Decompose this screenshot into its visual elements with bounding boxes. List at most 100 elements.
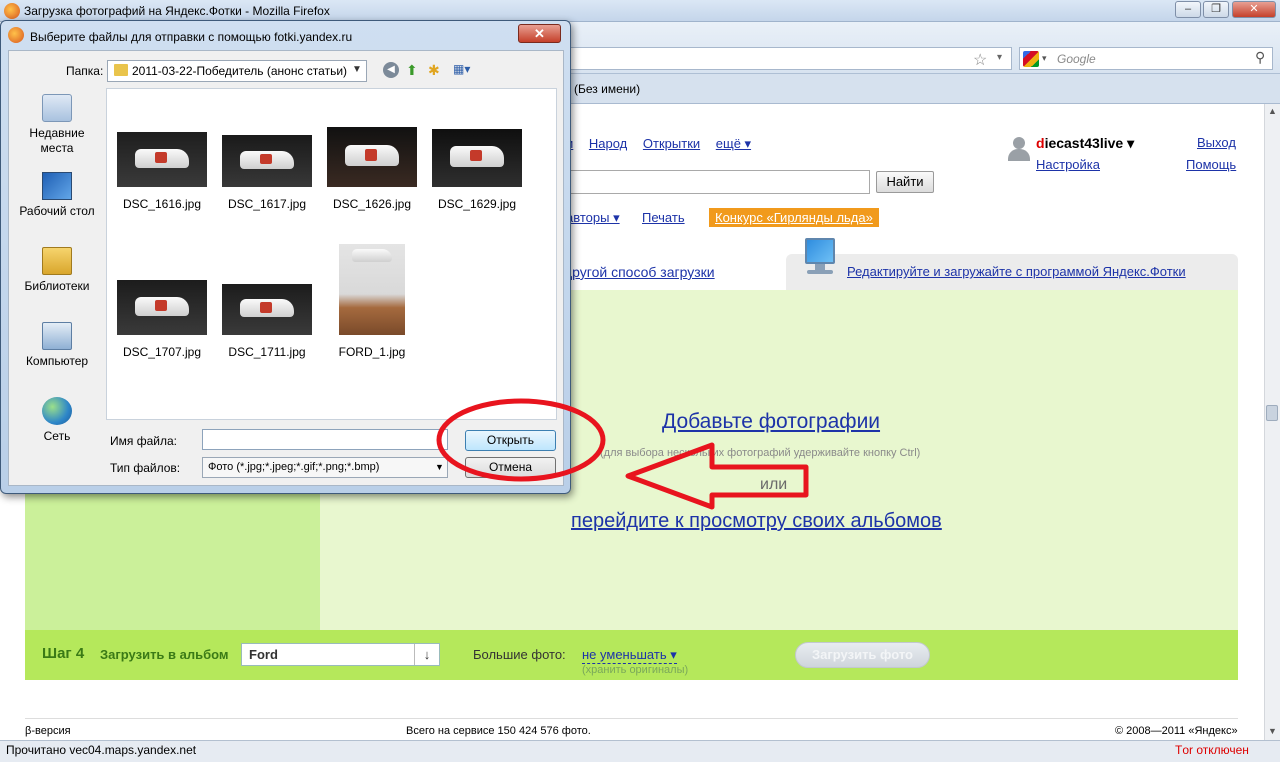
file-item[interactable]: DSC_1617.jpg bbox=[217, 135, 317, 211]
place-label: Библиотеки bbox=[24, 279, 90, 293]
add-photos-link[interactable]: Добавьте фотографии bbox=[662, 410, 880, 434]
dialog-firefox-icon bbox=[8, 27, 24, 43]
open-button[interactable]: Открыть bbox=[465, 430, 556, 451]
place-label: Недавние места bbox=[29, 126, 85, 155]
filetype-label: Тип файлов: bbox=[110, 461, 181, 475]
race-number bbox=[154, 151, 168, 163]
page-scrollbar[interactable]: ▲ ▼ bbox=[1264, 104, 1280, 740]
file-item[interactable]: FORD_1.jpg bbox=[322, 244, 422, 359]
folder-label: Папка: bbox=[66, 64, 104, 78]
filetype-dropdown-icon[interactable]: ▼ bbox=[435, 462, 444, 472]
file-item[interactable]: DSC_1707.jpg bbox=[112, 280, 212, 359]
race-number bbox=[364, 148, 378, 161]
view-menu-icon[interactable]: ▦▾ bbox=[453, 62, 475, 78]
folder-dropdown-icon[interactable]: ▼ bbox=[352, 64, 362, 75]
filename-input[interactable] bbox=[202, 429, 448, 450]
file-item[interactable]: DSC_1626.jpg bbox=[322, 127, 422, 211]
search-placeholder: Google bbox=[1057, 52, 1096, 66]
file-name: DSC_1616.jpg bbox=[122, 197, 202, 211]
dialog-title: Выберите файлы для отправки с помощью fo… bbox=[30, 30, 353, 44]
network-globe-icon bbox=[42, 397, 72, 425]
file-item[interactable]: DSC_1629.jpg bbox=[427, 129, 527, 211]
file-name: DSC_1629.jpg bbox=[437, 197, 517, 211]
search-engine-dropdown-icon[interactable]: ▾ bbox=[1042, 53, 1047, 64]
dialog-close-button[interactable]: ✕ bbox=[518, 24, 561, 43]
restore-button[interactable]: ❐ bbox=[1203, 1, 1229, 18]
nav-link-postcards[interactable]: Открытки bbox=[643, 136, 700, 151]
place-recent[interactable]: Недавние места bbox=[12, 94, 102, 156]
bigphoto-hint: (хранить оригиналы) bbox=[582, 664, 689, 676]
computer-icon bbox=[42, 322, 72, 350]
firefox-icon bbox=[4, 3, 20, 19]
scroll-down-icon[interactable]: ▼ bbox=[1268, 726, 1277, 736]
monitor-screen bbox=[805, 238, 835, 264]
copyright-label: © 2008—2011 «Яндекс» bbox=[1115, 725, 1238, 737]
search-icon[interactable]: ⚲ bbox=[1255, 49, 1265, 66]
place-network[interactable]: Сеть bbox=[12, 397, 102, 444]
places-bar: Недавние места Рабочий стол Библиотеки К… bbox=[12, 88, 102, 456]
place-label: Сеть bbox=[43, 429, 71, 443]
logout-link[interactable]: Выход bbox=[1197, 135, 1236, 150]
car-shape bbox=[352, 249, 392, 263]
race-number bbox=[469, 149, 483, 162]
place-label: Компьютер bbox=[25, 354, 89, 368]
file-name: DSC_1617.jpg bbox=[227, 197, 307, 211]
photo-thumbnail bbox=[117, 132, 207, 187]
view-albums-link[interactable]: перейдите к просмотру своих альбомов bbox=[571, 510, 942, 533]
nav-link-more[interactable]: ещё ▾ bbox=[716, 136, 751, 151]
photo-thumbnail bbox=[117, 280, 207, 335]
place-desktop[interactable]: Рабочий стол bbox=[12, 172, 102, 219]
album-value: Ford bbox=[249, 647, 278, 662]
race-number bbox=[259, 302, 273, 313]
status-text: Прочитано vec04.maps.yandex.net bbox=[6, 743, 197, 757]
back-icon[interactable]: ◀ bbox=[383, 62, 399, 78]
upload-photos-button[interactable]: Загрузить фото bbox=[795, 642, 930, 668]
nav-link-narod[interactable]: Народ bbox=[589, 136, 627, 151]
editor-link[interactable]: Редактируйте и загружайте с программой Я… bbox=[847, 264, 1186, 279]
cancel-button[interactable]: Отмена bbox=[465, 457, 556, 478]
photo-thumbnail bbox=[339, 244, 405, 335]
url-bar[interactable] bbox=[570, 47, 1012, 70]
libraries-icon bbox=[42, 247, 72, 275]
other-method-link[interactable]: другой способ загрузки bbox=[564, 264, 715, 280]
contest-badge[interactable]: Конкурс «Гирлянды льда» bbox=[709, 208, 879, 227]
scroll-up-icon[interactable]: ▲ bbox=[1268, 106, 1277, 116]
authors-link[interactable]: авторы ▾ bbox=[566, 210, 620, 226]
scrollbar-thumb[interactable] bbox=[1266, 405, 1278, 421]
site-search-input[interactable] bbox=[570, 170, 870, 194]
folder-name: 2011-03-22-Победитель (анонс статьи) bbox=[132, 64, 348, 78]
window-close-button[interactable]: ✕ bbox=[1232, 1, 1276, 18]
url-history-dropdown-icon[interactable]: ▾ bbox=[997, 52, 1002, 63]
tor-status[interactable]: Тor отключен bbox=[1175, 743, 1249, 757]
bookmark-star-icon[interactable]: ☆ bbox=[973, 50, 987, 70]
username-first-letter: d bbox=[1036, 135, 1045, 151]
window-title: Загрузка фотографий на Яндекс.Фотки - Mo… bbox=[24, 4, 330, 18]
file-item[interactable]: DSC_1616.jpg bbox=[112, 132, 212, 211]
find-button[interactable]: Найти bbox=[876, 171, 934, 193]
place-computer[interactable]: Компьютер bbox=[12, 322, 102, 369]
avatar-body bbox=[1008, 149, 1030, 161]
avatar bbox=[1007, 137, 1031, 161]
tab-label[interactable]: (Без имени) bbox=[574, 82, 640, 96]
photo-thumbnail bbox=[432, 129, 522, 187]
up-folder-icon[interactable]: ⬆ bbox=[406, 62, 418, 79]
file-item[interactable]: DSC_1711.jpg bbox=[217, 284, 317, 359]
avatar-head bbox=[1013, 137, 1025, 149]
print-link[interactable]: Печать bbox=[642, 210, 685, 225]
footer-divider bbox=[25, 718, 1238, 719]
google-engine-icon[interactable] bbox=[1023, 51, 1039, 67]
file-name: DSC_1707.jpg bbox=[122, 345, 202, 359]
album-dropdown-icon[interactable]: ↓ bbox=[414, 644, 439, 665]
total-photos-label: Всего на сервисе 150 424 576 фото. bbox=[406, 725, 591, 737]
help-link[interactable]: Помощь bbox=[1186, 157, 1236, 172]
minimize-button[interactable]: – bbox=[1175, 1, 1201, 18]
new-folder-icon[interactable]: ✱ bbox=[428, 62, 440, 79]
place-libraries[interactable]: Библиотеки bbox=[12, 247, 102, 294]
settings-link[interactable]: Настройка bbox=[1036, 157, 1100, 172]
bigphoto-dropdown[interactable]: не уменьшать ▾ bbox=[582, 647, 677, 664]
beta-label: β-версия bbox=[25, 725, 71, 737]
or-text: или bbox=[760, 476, 788, 493]
file-name: DSC_1711.jpg bbox=[228, 345, 306, 359]
username-menu[interactable]: diecast43live ▾ bbox=[1036, 135, 1134, 152]
service-nav: и Народ Открытки ещё ▾ bbox=[566, 136, 763, 152]
